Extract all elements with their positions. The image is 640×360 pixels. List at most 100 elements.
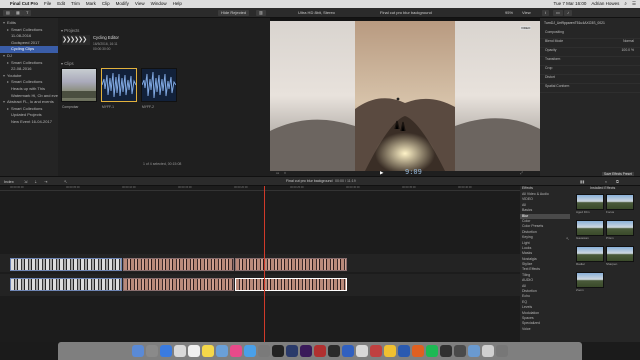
downloads-icon[interactable]	[482, 345, 494, 357]
menu-modify[interactable]: Modify	[116, 0, 129, 8]
browser-settings-icon[interactable]: ▥	[256, 10, 266, 16]
clip-thumbnail-3[interactable]	[141, 68, 177, 102]
timeline-clip-1[interactable]	[10, 258, 122, 271]
itunes-icon[interactable]	[230, 345, 242, 357]
calendar-icon[interactable]	[188, 345, 200, 357]
library-item[interactable]: ▸ Smart Collections	[0, 60, 58, 67]
video-inspector-icon[interactable]: ▭	[553, 10, 563, 16]
effect-thumbnail[interactable]: Prism	[606, 220, 634, 244]
inspector-row[interactable]: Distort	[540, 75, 640, 84]
app-red-icon[interactable]	[314, 345, 326, 357]
finder-icon[interactable]	[132, 345, 144, 357]
word-icon[interactable]	[398, 345, 410, 357]
view-select[interactable]: View	[522, 9, 531, 17]
playhead[interactable]	[264, 186, 265, 342]
photos-icon[interactable]: ▦	[13, 10, 23, 16]
effect-thumbnail[interactable]: Aged Film	[576, 194, 604, 218]
inspector-row-value[interactable]: Normal	[623, 39, 634, 43]
clip-thumbnail-2[interactable]	[101, 68, 137, 102]
library-item[interactable]: Godspeed 2017	[0, 40, 58, 47]
motion-icon[interactable]	[328, 345, 340, 357]
library-item[interactable]: Updated Projects	[0, 112, 58, 119]
app-white-icon[interactable]	[356, 345, 368, 357]
app-red2-icon[interactable]	[370, 345, 382, 357]
preferences-icon[interactable]	[258, 345, 270, 357]
menu-clip[interactable]: Clip	[102, 0, 110, 8]
inspector-row[interactable]: Opacity 100.0 %	[540, 48, 640, 57]
library-item[interactable]: 11-08-2016	[0, 33, 58, 40]
library-item[interactable]: ▾ DJ	[0, 53, 58, 60]
library-item[interactable]: Watermark Hi, Cb and events	[0, 93, 58, 100]
library-item[interactable]: New Event 16-04-2017	[0, 119, 58, 126]
app-yellow-icon[interactable]	[384, 345, 396, 357]
spotify-icon[interactable]	[426, 345, 438, 357]
vlc-icon[interactable]	[412, 345, 424, 357]
zoom-select[interactable]: 95%	[505, 9, 513, 17]
list-icon[interactable]: ☰	[632, 0, 636, 8]
app-dark-icon[interactable]	[440, 345, 452, 357]
compressor-icon[interactable]	[342, 345, 354, 357]
timecode-display[interactable]: 9:09	[405, 168, 422, 176]
index-button[interactable]: Index	[4, 179, 14, 184]
photoshop-icon[interactable]	[286, 345, 298, 357]
clock[interactable]: Tue 7 Mar 16:00	[554, 0, 587, 8]
menu-view[interactable]: View	[135, 0, 145, 8]
inspector-row[interactable]: Blend Mode Normal	[540, 39, 640, 48]
appstore-icon[interactable]	[244, 345, 256, 357]
menu-help[interactable]: Help	[173, 0, 182, 8]
effect-thumbnail[interactable]: Zoom	[576, 272, 604, 296]
library-item[interactable]: ▾ Abstract FL, Io and events	[0, 99, 58, 106]
search-icon[interactable]: ⌕	[624, 0, 627, 8]
connect-icon[interactable]: ⇲	[24, 179, 27, 184]
inspector-row[interactable]: Transform	[540, 57, 640, 66]
effect-thumbnail[interactable]: Radial	[576, 246, 604, 270]
menu-edit[interactable]: Edit	[57, 0, 65, 8]
audio-meters-icon[interactable]: ▮▮	[580, 179, 584, 184]
hide-rejected-select[interactable]: Hide Rejected	[218, 10, 250, 16]
clips-header[interactable]: ▾ Clips	[61, 61, 74, 66]
insert-icon[interactable]: ⇣	[34, 179, 37, 184]
user-name[interactable]: Adrian Howes	[591, 0, 619, 8]
app-gray-icon[interactable]	[454, 345, 466, 357]
project-thumbnail[interactable]: ❯❯❯❯❯❯	[62, 35, 90, 45]
inspector-row-value[interactable]: 100.0 %	[622, 48, 634, 52]
transform-icon[interactable]: ▭	[276, 171, 279, 175]
library-item[interactable]: ▸ Smart Collections	[0, 27, 58, 34]
effects-category[interactable]: Voice	[520, 327, 570, 332]
timeline-clip-4[interactable]	[10, 278, 122, 291]
menu-trim[interactable]: Trim	[71, 0, 80, 8]
inspector-row[interactable]: Crop	[540, 66, 640, 75]
library-item[interactable]: ▾ Youtube	[0, 73, 58, 80]
library-item[interactable]: 22-08-2016	[0, 66, 58, 73]
menu-window[interactable]: Window	[151, 0, 167, 8]
app-blue-icon[interactable]	[468, 345, 480, 357]
select-tool-icon[interactable]: ↖	[64, 179, 67, 184]
installed-effects-select[interactable]: Installed Effects	[590, 186, 615, 190]
projects-header[interactable]: ▾ Projects	[61, 28, 79, 33]
launchpad-icon[interactable]	[146, 345, 158, 357]
append-icon[interactable]: ⇥	[44, 179, 47, 184]
library-toggle-icon[interactable]: ▤	[3, 10, 13, 16]
menu-mark[interactable]: Mark	[86, 0, 96, 8]
contacts-icon[interactable]	[174, 345, 186, 357]
inspector-row[interactable]: Spatial Conform	[540, 84, 640, 93]
effect-thumbnail[interactable]: Gaussian	[576, 220, 604, 244]
timeline-clip-3[interactable]	[235, 258, 347, 271]
inspector-row[interactable]: Compositing	[540, 30, 640, 39]
video-frame[interactable]	[270, 21, 540, 171]
library-item[interactable]: ▸ Smart Collections	[0, 106, 58, 113]
timeline-ruler[interactable]: 00:00:00:00 00:00:05:00 00:00:10:00 00:00:1…	[0, 186, 520, 191]
menu-app[interactable]: Final Cut Pro	[10, 0, 38, 8]
timeline-clip-5[interactable]	[123, 278, 234, 291]
library-item[interactable]: ▸ Smart Collections	[0, 79, 58, 86]
library-item[interactable]: Cycling Clips	[0, 46, 58, 53]
fullscreen-icon[interactable]: ⤢	[520, 171, 523, 175]
mail-icon[interactable]	[216, 345, 228, 357]
inspector-icon[interactable]: i	[542, 10, 549, 16]
effects-browser-icon[interactable]: ◐	[605, 179, 607, 184]
after-effects-icon[interactable]	[300, 345, 312, 357]
crop-icon[interactable]: ⌗	[284, 171, 286, 175]
library-item[interactable]: Heads up with This	[0, 86, 58, 93]
timeline-clip-6[interactable]	[235, 278, 347, 291]
titles-icon[interactable]: T	[23, 10, 32, 16]
